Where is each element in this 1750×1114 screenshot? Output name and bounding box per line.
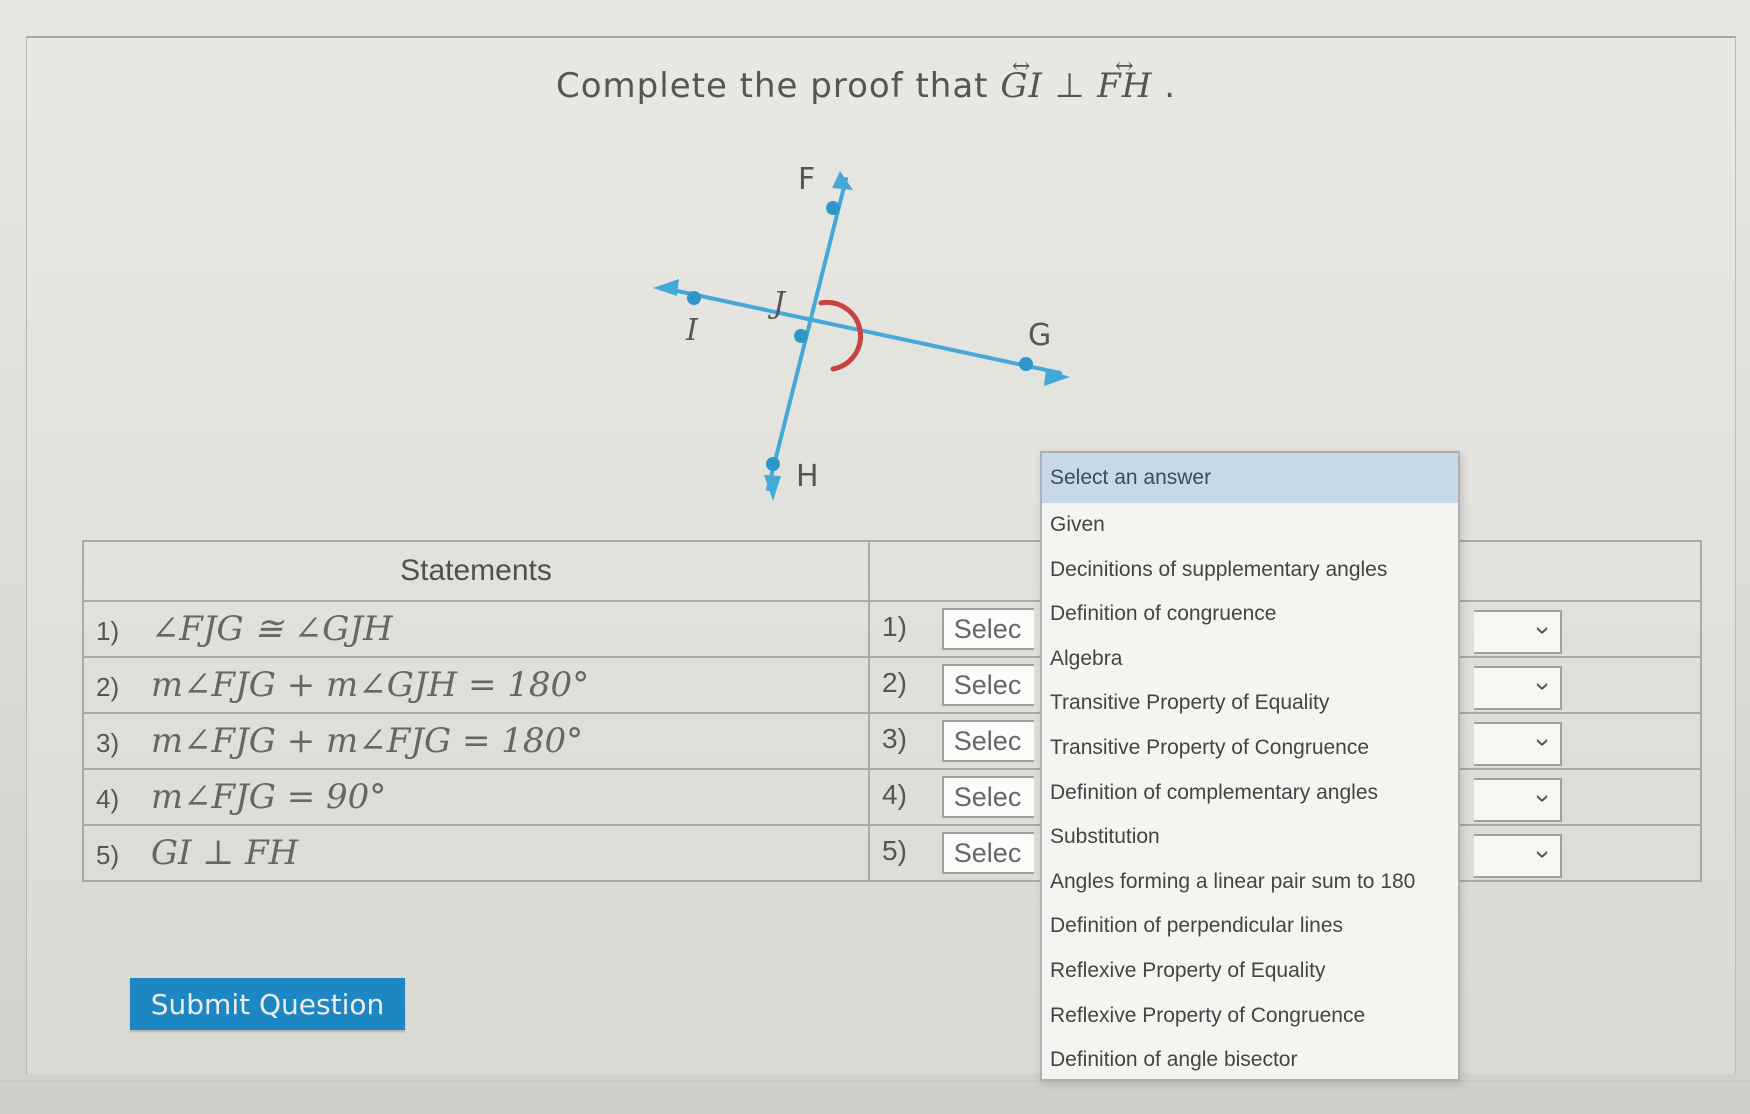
statement-text: ∠FJG ≅ ∠GJH	[150, 609, 393, 649]
statement-number: 3)	[96, 728, 120, 758]
dropdown-option[interactable]: Definition of congruence	[1042, 592, 1458, 637]
statement-cell: 3) m∠FJG + m∠FJG = 180°	[82, 712, 870, 770]
line-gi	[666, 287, 1062, 375]
dropdown-option[interactable]: Angles forming a linear pair sum to 180	[1042, 860, 1458, 905]
geometry-diagram: F J G I H	[653, 162, 1070, 501]
dropdown-option[interactable]: Transitive Property of Congruence	[1042, 726, 1458, 771]
label-g: G	[1028, 318, 1051, 353]
dropdown-option[interactable]: Definition of angle bisector	[1042, 1038, 1458, 1083]
statement-cell: 2) m∠FJG + m∠GJH = 180°	[82, 656, 870, 714]
dropdown-option[interactable]: Definition of complementary angles	[1042, 771, 1458, 816]
dropdown-option[interactable]: Transitive Property of Equality	[1042, 681, 1458, 726]
statement-number: 5)	[96, 840, 120, 870]
question-page: Complete the proof that ↔ GI ⊥ ↔ FH . F …	[0, 0, 1750, 1114]
line-gi: ↔ GI	[1000, 56, 1043, 107]
label-h: H	[796, 459, 819, 494]
statement-number: 4)	[96, 784, 120, 814]
prompt-period: .	[1164, 66, 1177, 106]
dropdown-option[interactable]: Reflexive Property of Equality	[1042, 949, 1458, 994]
reason-select-4[interactable]: Selec	[941, 776, 1034, 818]
statement-text: m∠FJG + m∠FJG = 180°	[150, 721, 584, 761]
point-f	[826, 201, 840, 215]
line-fh-arrow-icon: ↔	[1115, 54, 1135, 79]
reason-select-4-toggle[interactable]: ›	[1474, 778, 1562, 822]
statement-text: m∠FJG + m∠GJH = 180°	[150, 665, 590, 705]
chevron-down-icon: ›	[1529, 738, 1560, 747]
statement-cell: 4) m∠FJG = 90°	[82, 768, 870, 826]
point-j	[794, 329, 808, 343]
line-gi-arrow-icon: ↔	[1011, 54, 1032, 79]
statement-cell: 1) ∠FJG ≅ ∠GJH	[82, 600, 870, 658]
dropdown-option[interactable]: Decinitions of supplementary angles	[1042, 548, 1458, 593]
reason-select-5-toggle[interactable]: ›	[1474, 834, 1562, 878]
reason-dropdown-menu: Select an answer Given Decinitions of su…	[1040, 451, 1460, 1081]
reason-select-2-toggle[interactable]: ›	[1474, 666, 1562, 710]
statement-text: m∠FJG = 90°	[150, 777, 387, 817]
reason-select-1[interactable]: Selec	[941, 608, 1034, 650]
diagram-lines	[666, 177, 1062, 491]
prompt-lead: Complete the proof that	[556, 66, 1001, 106]
reason-number: 4)	[882, 779, 907, 811]
perpendicular-symbol: ⊥	[1054, 66, 1098, 106]
dropdown-option[interactable]: Given	[1042, 503, 1458, 548]
reason-number: 1)	[882, 611, 907, 643]
angle-arc	[818, 299, 864, 372]
reason-select-5[interactable]: Selec	[941, 832, 1034, 874]
submit-question-button[interactable]: Submit Question	[130, 978, 405, 1030]
line-fh: ↔ FH	[1097, 56, 1152, 107]
point-g	[1019, 357, 1033, 371]
reason-select-3[interactable]: Selec	[941, 720, 1034, 762]
chevron-down-icon: ›	[1529, 794, 1560, 803]
statements-header: Statements	[82, 540, 870, 602]
dropdown-option[interactable]: Select an answer	[1042, 453, 1458, 503]
reason-number: 5)	[882, 835, 907, 867]
label-f: F	[798, 162, 815, 197]
reason-select-2[interactable]: Selec	[941, 664, 1034, 706]
reason-select-1-toggle[interactable]: ›	[1474, 610, 1562, 654]
label-j: J	[767, 286, 787, 321]
label-i: I	[685, 313, 699, 348]
point-i	[687, 291, 701, 305]
line-fh-arrow-top-icon	[832, 171, 853, 190]
chevron-down-icon: ›	[1529, 682, 1560, 691]
dropdown-option[interactable]: Algebra	[1042, 637, 1458, 682]
chevron-down-icon: ›	[1529, 850, 1560, 859]
reason-select-3-toggle[interactable]: ›	[1474, 722, 1562, 766]
dropdown-option[interactable]: Definition of perpendicular lines	[1042, 904, 1458, 949]
dropdown-option[interactable]: Reflexive Property of Congruence	[1042, 994, 1458, 1039]
chevron-down-icon: ›	[1529, 626, 1560, 635]
statement-text: GI ⊥ FH	[150, 833, 299, 873]
statement-cell: 5) GI ⊥ FH	[82, 824, 870, 882]
dropdown-option[interactable]: Substitution	[1042, 815, 1458, 860]
divider	[0, 1080, 1750, 1082]
reason-number: 3)	[882, 723, 907, 755]
reason-number: 2)	[882, 667, 907, 699]
line-gi-arrow-left-icon	[653, 279, 679, 296]
point-h	[766, 457, 780, 471]
question-prompt: Complete the proof that ↔ GI ⊥ ↔ FH .	[556, 56, 1177, 107]
statement-number: 2)	[96, 672, 120, 702]
statement-number: 1)	[96, 616, 120, 646]
